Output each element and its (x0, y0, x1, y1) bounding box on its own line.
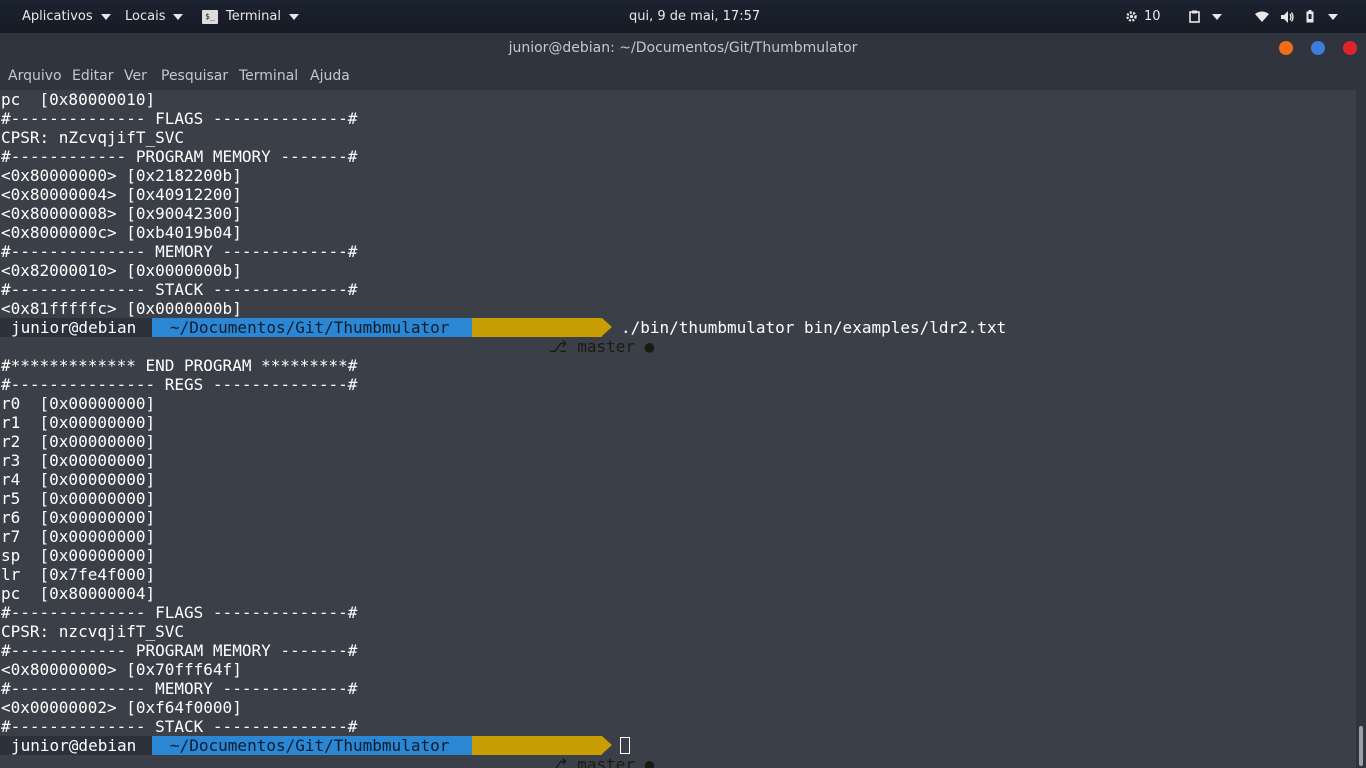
terminal-line: #-------------- STACK --------------# (1, 280, 358, 299)
terminal-output[interactable]: pc [0x80000010] #-------------- FLAGS ---… (0, 90, 1356, 768)
prompt-git: ⎇ master ● (472, 318, 654, 356)
chevron-down-icon (1212, 13, 1222, 20)
counter-label: 10 (1144, 9, 1161, 24)
active-app-menu[interactable]: $_ Terminal (202, 0, 299, 33)
prompt-line: junior@debian ~/Documentos/Git/Thumbmula… (0, 318, 1006, 356)
terminal-line: CPSR: nZcvqjifT_SVC (1, 128, 185, 147)
volume-icon (1281, 10, 1294, 23)
prompt-separator-icon (602, 318, 612, 336)
terminal-line: pc [0x80000010] (1, 90, 156, 109)
terminal-line: <0x80000000> [0x2182200b] (1, 166, 242, 185)
terminal-line: <0x82000010> [0x0000000b] (1, 261, 242, 280)
prompt-directory: ~/Documentos/Git/Thumbmulator (152, 736, 472, 755)
terminal-line: r1 [0x00000000] (1, 413, 156, 432)
chevron-down-icon (100, 13, 111, 20)
terminal-line: #-------------- STACK --------------# (1, 717, 358, 736)
gear-icon (1126, 11, 1137, 22)
menu-editar[interactable]: Editar (72, 63, 113, 90)
git-branch-label: master ● (577, 337, 655, 356)
command-text: ./bin/thumbmulator bin/examples/ldr2.txt (621, 318, 1007, 337)
terminal-icon: $_ (202, 9, 218, 24)
window-title: junior@debian: ~/Documentos/Git/Thumbmul… (508, 40, 858, 56)
terminal-line: #-------------- FLAGS --------------# (1, 109, 358, 128)
clipboard-menu[interactable] (1189, 0, 1222, 33)
scrollbar[interactable] (1356, 90, 1366, 768)
prompt-user: junior@debian (0, 318, 152, 337)
terminal-line: #--------------- REGS --------------# (1, 375, 358, 394)
prompt-git: ⎇ master ● (472, 736, 654, 768)
system-menu[interactable] (1255, 0, 1338, 33)
active-app-label: Terminal (226, 9, 281, 24)
terminal-line: <0x00000002> [0xf64f0000] (1, 698, 242, 717)
terminal-line: <0x8000000c> [0xb4019b04] (1, 223, 242, 242)
chevron-down-icon (1328, 13, 1338, 20)
terminal-line: sp [0x00000000] (1, 546, 156, 565)
terminal-line: #-------------- FLAGS --------------# (1, 603, 358, 622)
terminal-line: r2 [0x00000000] (1, 432, 156, 451)
terminal-line: r0 [0x00000000] (1, 394, 156, 413)
terminal-line: <0x80000008> [0x90042300] (1, 204, 242, 223)
git-branch-label: master ● (577, 755, 655, 768)
places-label: Locais (125, 9, 166, 24)
scrollbar-thumb[interactable] (1359, 726, 1363, 766)
terminal-line: r5 [0x00000000] (1, 489, 156, 508)
menu-arquivo[interactable]: Arquivo (8, 63, 62, 90)
git-branch-icon: ⎇ (548, 337, 568, 356)
terminal-line: r7 [0x00000000] (1, 527, 156, 546)
places-menu[interactable]: Locais (125, 0, 184, 33)
terminal-line: r3 [0x00000000] (1, 451, 156, 470)
terminal-line: <0x80000004> [0x40912200] (1, 185, 242, 204)
chevron-down-icon (173, 13, 184, 20)
git-branch-icon: ⎇ (548, 755, 568, 768)
wifi-icon (1255, 11, 1269, 22)
prompt-user: junior@debian (0, 736, 152, 755)
terminal-line: #************* END PROGRAM *********# (1, 356, 358, 375)
text-cursor (620, 737, 630, 754)
battery-icon (1306, 10, 1314, 23)
clock[interactable]: qui, 9 de mai, 17:57 (629, 0, 760, 33)
prompt-separator-icon (602, 736, 612, 754)
top-panel: Aplicativos Locais $_ Terminal qui, 9 de … (0, 0, 1366, 33)
terminal-line: r4 [0x00000000] (1, 470, 156, 489)
menu-ajuda[interactable]: Ajuda (310, 63, 350, 90)
menu-ver[interactable]: Ver (124, 63, 147, 90)
menu-bar: Arquivo Editar Ver Pesquisar Terminal Aj… (0, 63, 1366, 90)
close-button[interactable] (1343, 41, 1357, 55)
terminal-line: #------------ PROGRAM MEMORY -------# (1, 641, 358, 660)
terminal-line: CPSR: nzcvqjifT_SVC (1, 622, 185, 641)
applications-label: Aplicativos (22, 9, 93, 24)
prompt-directory: ~/Documentos/Git/Thumbmulator (152, 318, 472, 337)
clipboard-icon (1189, 10, 1200, 23)
terminal-line: #-------------- MEMORY -------------# (1, 242, 358, 261)
menu-terminal[interactable]: Terminal (239, 63, 298, 90)
terminal-line: <0x80000000> [0x70fff64f] (1, 660, 242, 679)
prompt-line-current: junior@debian ~/Documentos/Git/Thumbmula… (0, 736, 654, 768)
maximize-button[interactable] (1311, 41, 1325, 55)
terminal-line: pc [0x80000004] (1, 584, 156, 603)
window-titlebar[interactable]: junior@debian: ~/Documentos/Git/Thumbmul… (0, 33, 1366, 63)
terminal-line: #-------------- MEMORY -------------# (1, 679, 358, 698)
applications-menu[interactable]: Aplicativos (22, 0, 111, 33)
minimize-button[interactable] (1279, 41, 1293, 55)
terminal-line: r6 [0x00000000] (1, 508, 156, 527)
menu-pesquisar[interactable]: Pesquisar (161, 63, 228, 90)
terminal-line: #------------ PROGRAM MEMORY -------# (1, 147, 358, 166)
terminal-line: <0x81fffffc> [0x0000000b] (1, 299, 242, 318)
terminal-line: lr [0x7fe4f000] (1, 565, 156, 584)
clock-label: qui, 9 de mai, 17:57 (629, 9, 761, 24)
extension-indicator[interactable]: 10 (1125, 0, 1161, 33)
chevron-down-icon (288, 13, 299, 20)
